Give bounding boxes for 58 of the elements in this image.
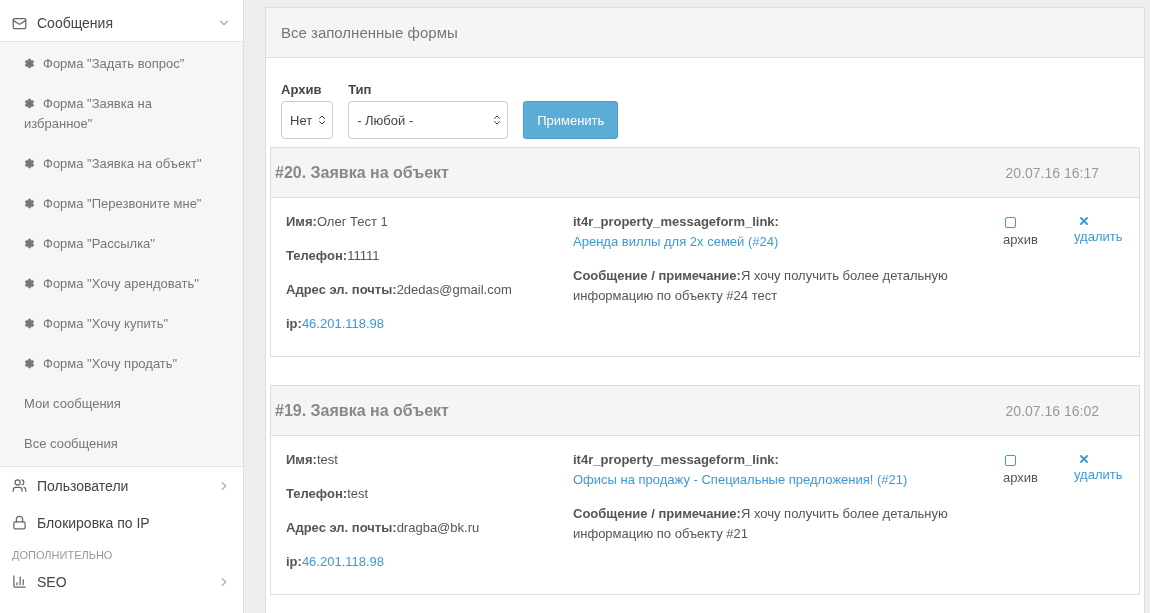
gear-icon	[24, 98, 35, 109]
close-icon	[1078, 453, 1090, 465]
field-text: it4r_property_messageform_link: Аренда виллы для 2х семей (#24)	[573, 212, 973, 252]
archive-checkbox[interactable]: архив	[1003, 212, 1074, 334]
field-text: it4r_property_messageform_link: Офисы на продажу - Специальные предложения! (#21)	[573, 450, 973, 490]
menu-item[interactable]: SEO	[0, 563, 243, 600]
submenu-item[interactable]: Форма "Заявка на объект"	[0, 144, 243, 184]
filter-label: Тип	[348, 82, 373, 97]
field-text: ip:46.201.118.98	[286, 553, 386, 571]
panel-title: Все заполненные формы	[266, 8, 1144, 58]
gear-icon	[24, 238, 35, 249]
submenu-item[interactable]: Форма "Хочу арендовать"	[0, 264, 243, 304]
submenu-item[interactable]: Все сообщения	[0, 424, 243, 464]
menu-item[interactable]: Блокировка по IP	[0, 504, 243, 541]
field-link[interactable]: Офисы на продажу - Специальные предложения! (#21)	[573, 470, 973, 490]
menu-item[interactable]: Пользователи	[0, 467, 243, 504]
gear-icon	[24, 278, 35, 289]
field-text: Адрес эл. почты:dragba@bk.ru	[286, 519, 481, 537]
archive-checkbox[interactable]: архив	[1003, 450, 1074, 572]
gear-icon	[24, 358, 35, 369]
field-link[interactable]: Аренда виллы для 2х семей (#24)	[573, 232, 973, 252]
apply-button[interactable]: Применить	[523, 101, 619, 139]
field-text: Имя:test	[286, 451, 339, 469]
menu-icon	[12, 515, 27, 530]
delete-link[interactable]: удалить	[1074, 212, 1124, 334]
field-text: ip:46.201.118.98	[286, 315, 386, 333]
section-heading: ДОПОЛНИТЕЛЬНО	[11, 548, 114, 563]
field-text: Адрес эл. почты:2dedas@gmail.com	[286, 281, 513, 299]
field-text: Телефон:11111	[286, 247, 381, 265]
field-text: Сообщение / примечание:Я хочу получить более детальную информацию по объекту #21	[573, 505, 949, 543]
gear-icon	[24, 198, 35, 209]
field-link[interactable]: 46.201.118.98	[301, 554, 385, 569]
entry-title: #20. Заявка на объект	[275, 163, 449, 182]
submenu-item[interactable]: Мои сообщения	[0, 384, 243, 424]
filter-label: Архив	[281, 82, 323, 97]
gear-icon	[24, 318, 35, 329]
menu-icon	[12, 478, 27, 493]
submenu-item[interactable]: Форма "Хочу продать"	[0, 344, 243, 384]
filter-select[interactable]: Нет	[281, 101, 334, 139]
submenu-item[interactable]: Форма "Задать вопрос"	[0, 44, 243, 84]
field-text: Сообщение / примечание:Я хочу получить более детальную информацию по объекту #24 тест	[573, 267, 949, 305]
submenu-item[interactable]: Форма "Перезвоните мне"	[0, 184, 243, 224]
submenu-item[interactable]: Форма "Заявка на избранное"	[0, 84, 243, 144]
submenu-item[interactable]: Форма "Хочу купить"	[0, 304, 243, 344]
filter-select[interactable]: - Любой -	[348, 101, 509, 139]
entry-date: 20.07.16 16:02	[1005, 402, 1099, 419]
close-icon	[1078, 215, 1090, 227]
field-text: Имя:Олег Тест 1	[286, 213, 389, 231]
gear-icon	[24, 58, 35, 69]
delete-link[interactable]: удалить	[1074, 450, 1124, 572]
entry-date: 20.07.16 16:17	[1005, 164, 1099, 181]
menu-icon	[12, 574, 27, 589]
field-text: Телефон:test	[286, 485, 370, 503]
gear-icon	[24, 158, 35, 169]
menu-icon	[12, 15, 27, 31]
field-link[interactable]: 46.201.118.98	[301, 316, 385, 331]
entry-title: #19. Заявка на объект	[275, 401, 449, 420]
submenu-item[interactable]: Форма "Рассылка"	[0, 224, 243, 264]
